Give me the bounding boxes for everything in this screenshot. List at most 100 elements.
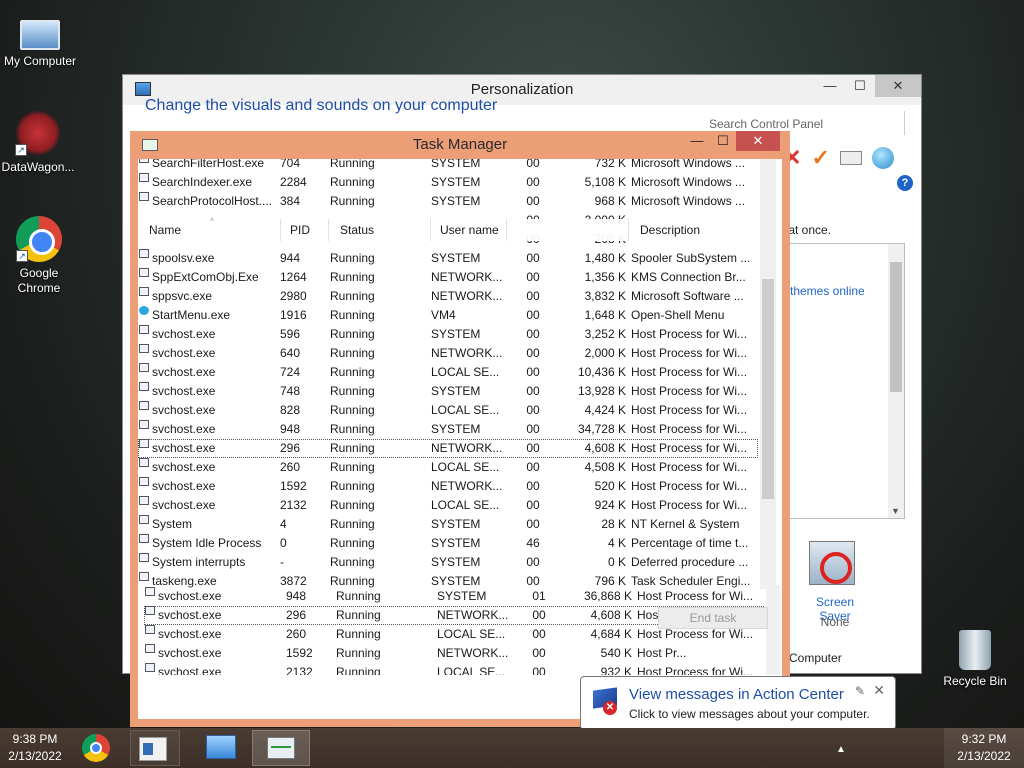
process-icon [139,268,149,277]
screen-saver-icon[interactable] [809,541,855,585]
show-hidden-icons-icon[interactable]: ▲ [836,744,846,755]
themes-scrollbar[interactable]: ▼ [888,244,904,518]
minimize-button[interactable]: — [815,75,845,97]
taskbar-clock-left[interactable]: 9:38 PM 2/13/2022 [0,728,70,768]
table-row[interactable]: System interrupts - Running SYSTEM 00 0 K Defe… [138,553,758,572]
table-row[interactable]: svchost.exe 724 Running LOCAL SE... 00 10,436… [138,363,758,382]
column-header-status[interactable]: Status [340,223,374,237]
process-user: LOCAL SE... [437,627,506,641]
process-status: Running [330,251,375,265]
process-cpu: 00 [526,479,540,493]
table-row[interactable]: svchost.exe 260 Running LOCAL SE... 00 4,508 … [138,458,758,477]
column-header-description[interactable]: Description [640,223,700,237]
get-more-themes-link[interactable]: themes online [790,284,865,298]
process-status: Running [330,441,375,455]
end-task-button[interactable]: End task [658,607,768,629]
process-icon [139,515,149,524]
close-button[interactable]: ✕ [875,75,921,97]
task-manager-titlebar[interactable]: Task Manager — ☐ ✕ [130,131,790,159]
process-cpu: 00 [526,346,540,360]
action-center-notification[interactable]: ✕ View messages in Action Center Click t… [580,676,896,742]
taskbar-task-manager-button[interactable] [252,730,310,766]
table-row[interactable]: SearchProtocolHost.... 384 Running SYSTEM 00… [138,192,758,211]
table-row[interactable]: spoolsv.exe 944 Running SYSTEM 00 1,480 K Spoo… [138,249,758,268]
column-divider[interactable] [430,219,431,241]
table-row[interactable]: svchost.exe 948 Running SYSTEM 00 34,728 K Hos… [138,420,758,439]
maximize-button[interactable]: ☐ [845,75,875,97]
table-row[interactable]: svchost.exe 748 Running SYSTEM 00 13,928 K Hos… [138,382,758,401]
column-header-user[interactable]: User name [440,223,499,237]
process-table-scrollbar[interactable] [760,159,776,589]
table-row[interactable]: svchost.exe 2132 Running LOCAL SE... 00 932 K… [144,663,764,675]
scrollbar[interactable] [766,585,780,675]
column-header-name[interactable]: Name [149,223,181,237]
process-pid: 704 [280,159,301,170]
scrollbar-thumb[interactable] [762,279,774,499]
desktop-icon-recycle-bin[interactable]: Recycle Bin [933,630,1017,689]
column-divider[interactable] [628,219,629,241]
column-header-pid[interactable]: PID [290,223,310,237]
notification-body[interactable]: Click to view messages about your comput… [629,707,870,721]
taskbar-clock-right[interactable]: 9:32 PM 2/13/2022 [944,728,1024,768]
process-icon [139,344,149,353]
table-row[interactable]: sppsvc.exe 2980 Running NETWORK... 00 3,832 K… [138,287,758,306]
table-row[interactable]: svchost.exe 828 Running LOCAL SE... 00 4,424 … [138,401,758,420]
desktop-icon-google-chrome[interactable]: ↗ Google Chrome [0,216,82,296]
process-memory: 1,648 K [584,308,626,322]
process-user: SYSTEM [431,517,481,531]
process-pid: 1592 [280,479,307,493]
process-description: Microsoft Software ... [631,289,744,303]
table-row[interactable]: SearchIndexer.exe 2284 Running SYSTEM 00 5,10… [138,173,758,192]
table-row[interactable]: svchost.exe 596 Running SYSTEM 00 3,252 K Host… [138,325,758,344]
table-row[interactable]: SppExtComObj.Exe 1264 Running NETWORK... 00 1… [138,268,758,287]
close-icon[interactable]: ✕ [873,682,885,699]
process-cpu: 00 [526,460,540,474]
computer-text: Computer [789,651,842,665]
process-icon [139,306,149,315]
process-name: spoolsv.exe [152,251,215,265]
table-row[interactable]: svchost.exe 296 Running NETWORK... 00 4,608 K… [138,439,758,458]
close-button[interactable]: ✕ [736,131,780,151]
process-name: svchost.exe [152,365,216,379]
table-row[interactable]: System 4 Running SYSTEM 00 28 K NT Kernel & Sy… [138,515,758,534]
column-divider[interactable] [280,219,281,241]
table-row[interactable]: StartMenu.exe 1916 Running VM4 00 1,648 K Open… [138,306,758,325]
screen-saver-value: None [820,615,850,629]
process-pid: 296 [280,441,301,455]
minimize-button[interactable]: — [684,131,710,151]
table-row[interactable]: svchost.exe 640 Running NETWORK... 00 2,000 K… [138,344,758,363]
process-user: SYSTEM [431,384,481,398]
chevron-down-icon[interactable]: ▼ [891,506,900,516]
scrollbar-thumb[interactable] [890,262,902,392]
notification-title[interactable]: View messages in Action Center [629,686,844,703]
column-divider[interactable] [506,219,507,241]
column-divider[interactable] [328,219,329,241]
desktop-icon-label: DataWagon... [1,160,75,174]
maximize-button[interactable]: ☐ [710,131,736,151]
settings-icon[interactable]: ✎ [855,684,865,698]
taskbar-chrome-button[interactable] [76,730,116,766]
process-cpu: 00 [526,308,540,322]
process-pid: 2284 [280,175,307,189]
help-icon[interactable]: ? [897,175,913,191]
process-pid: - [280,555,284,569]
taskbar-explorer-button[interactable] [130,730,180,766]
clock-time: 9:38 PM [12,732,58,746]
table-row[interactable]: svchost.exe 1592 Running NETWORK... 00 540 K H… [144,644,764,663]
desktop-icon-my-computer[interactable]: My Computer [0,10,82,69]
process-user: NETWORK... [431,270,503,284]
process-name: svchost.exe [152,460,216,474]
themes-list[interactable]: themes online ▼ [773,243,905,519]
process-icon [145,587,155,596]
taskbar-control-panel-button[interactable] [196,730,246,766]
process-memory: 932 K [600,665,632,675]
process-user: NETWORK... [431,441,503,455]
table-row[interactable]: svchost.exe 2132 Running LOCAL SE... 00 924 K… [138,496,758,515]
table-row[interactable]: System Idle Process 0 Running SYSTEM 46 4 K Pe… [138,534,758,553]
desktop-icon-datawagon[interactable]: ↗ DataWagon... [0,110,80,175]
table-row[interactable]: svchost.exe 948 Running SYSTEM 01 36,868 K Hos… [144,587,764,606]
process-memory: 0 K [607,555,626,569]
table-row[interactable]: svchost.exe 1592 Running NETWORK... 00 520 K H… [138,477,758,496]
process-name: svchost.exe [152,441,216,455]
table-row[interactable]: SearchFilterHost.exe 704 Running SYSTEM 00 73… [138,159,758,173]
